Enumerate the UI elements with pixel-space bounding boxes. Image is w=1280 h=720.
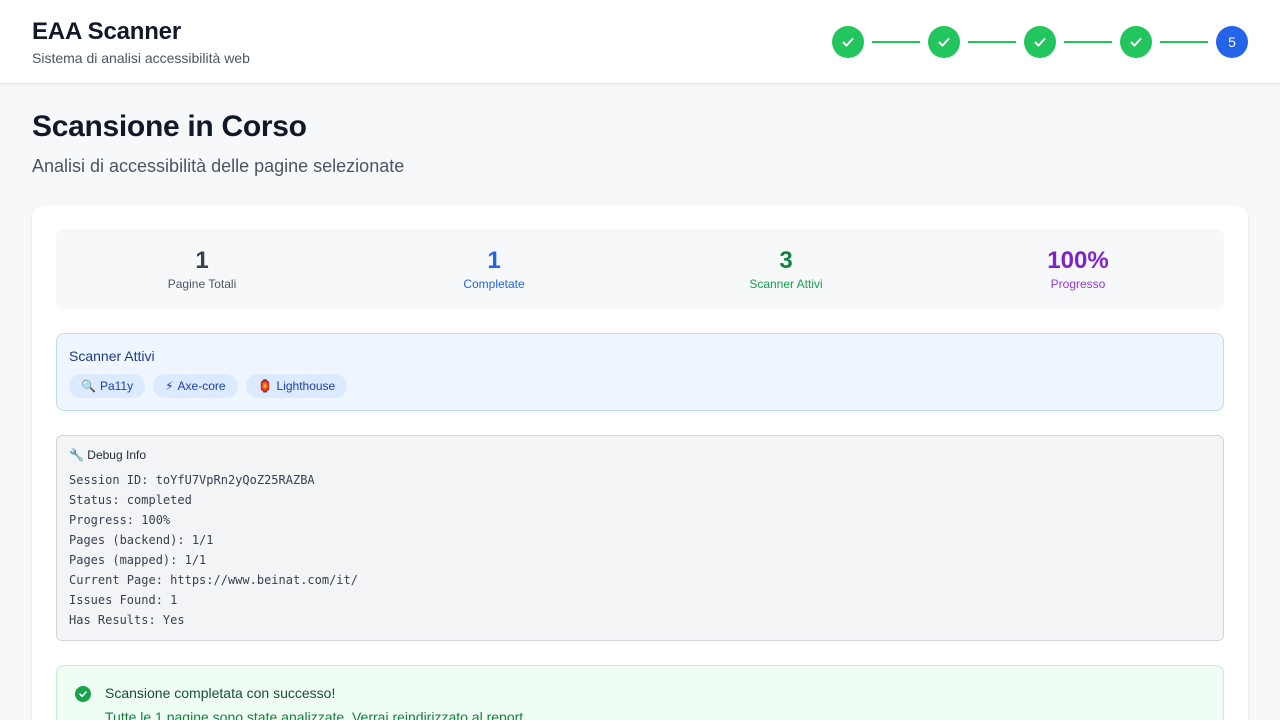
- step-3-completed: [1024, 26, 1056, 58]
- check-circle-icon: [75, 686, 91, 702]
- lantern-icon: 🏮: [257, 379, 273, 393]
- active-scanners-panel: Scanner Attivi 🔍 Pa11y ⚡ Axe-core 🏮 Ligh…: [56, 333, 1224, 411]
- debug-line-session-id: Session ID: toYfU7VpRn2yQoZ25RAZBA: [69, 473, 315, 487]
- stat-progress: 100% Progresso: [932, 229, 1224, 309]
- step-connector: [968, 41, 1016, 43]
- step-connector: [872, 41, 920, 43]
- scanner-chip-lighthouse: 🏮 Lighthouse: [245, 374, 348, 398]
- stat-label: Scanner Attivi: [749, 277, 823, 291]
- scanner-chip-label: Lighthouse: [276, 379, 336, 393]
- debug-lines: Session ID: toYfU7VpRn2yQoZ25RAZBA Statu…: [69, 472, 358, 632]
- debug-line-pages-backend: Pages (backend): 1/1: [69, 533, 214, 547]
- debug-title-text: Debug Info: [87, 448, 147, 462]
- step-connector: [1064, 41, 1112, 43]
- scanner-chips: 🔍 Pa11y ⚡ Axe-core 🏮 Lighthouse: [69, 374, 348, 398]
- page-title: Scansione in Corso: [32, 110, 307, 143]
- debug-line-current-page: Current Page: https://www.beinat.com/it/: [69, 573, 358, 587]
- debug-line-progress: Progress: 100%: [69, 513, 171, 527]
- debug-line-issues-found: Issues Found: 1: [69, 593, 178, 607]
- stat-value: 3: [779, 247, 793, 274]
- scanner-chip-axe-core: ⚡ Axe-core: [153, 374, 238, 398]
- stat-value: 1: [487, 247, 501, 274]
- step-1-completed: [832, 26, 864, 58]
- stat-value: 1: [195, 247, 209, 274]
- step-5-current: 5: [1216, 26, 1248, 58]
- progress-stepper: 5: [832, 26, 1248, 58]
- check-icon: [1130, 38, 1142, 47]
- success-alert: Scansione completata con successo! Tutte…: [56, 665, 1224, 720]
- step-2-completed: [928, 26, 960, 58]
- magnifier-icon: 🔍: [81, 379, 96, 393]
- scanners-title: Scanner Attivi: [69, 348, 155, 364]
- app-subtitle: Sistema di analisi accessibilità web: [32, 50, 250, 66]
- top-bar: EAA Scanner Sistema di analisi accessibi…: [0, 0, 1280, 84]
- stat-active-scanners: 3 Scanner Attivi: [640, 229, 932, 309]
- success-message: Tutte le 1 pagine sono state analizzate.…: [105, 709, 535, 720]
- lightning-icon: ⚡: [165, 379, 174, 393]
- check-icon: [842, 38, 854, 47]
- success-title: Scansione completata con successo!: [105, 685, 336, 701]
- debug-info-panel: 🔧 Debug Info Session ID: toYfU7VpRn2yQoZ…: [56, 435, 1224, 641]
- debug-line-status: Status: completed: [69, 493, 192, 507]
- stat-completed: 1 Completate: [348, 229, 640, 309]
- app-title: EAA Scanner: [32, 18, 181, 45]
- check-icon: [938, 38, 950, 47]
- stat-label: Progresso: [1050, 277, 1106, 291]
- debug-line-has-results: Has Results: Yes: [69, 613, 185, 627]
- scanner-chip-pa11y: 🔍 Pa11y: [69, 374, 146, 398]
- debug-line-pages-mapped: Pages (mapped): 1/1: [69, 553, 207, 567]
- scanner-chip-label: Pa11y: [99, 379, 134, 393]
- step-4-completed: [1120, 26, 1152, 58]
- stats-panel: 1 Pagine Totali 1 Completate 3 Scanner A…: [56, 229, 1224, 309]
- scan-card: 1 Pagine Totali 1 Completate 3 Scanner A…: [32, 205, 1248, 720]
- page-subtitle: Analisi di accessibilità delle pagine se…: [32, 156, 405, 176]
- check-icon: [1034, 38, 1046, 47]
- stat-total-pages: 1 Pagine Totali: [56, 229, 348, 309]
- stat-value: 100%: [1047, 247, 1109, 274]
- debug-title: 🔧 Debug Info: [69, 448, 146, 462]
- wrench-icon: 🔧: [69, 448, 84, 462]
- step-connector: [1160, 41, 1208, 43]
- stat-label: Completate: [463, 277, 525, 291]
- scanner-chip-label: Axe-core: [177, 379, 226, 393]
- stat-label: Pagine Totali: [167, 277, 237, 291]
